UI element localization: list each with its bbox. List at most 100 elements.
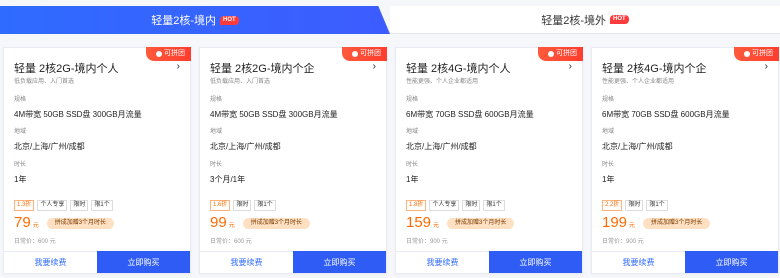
spec-label: 规格 [602, 97, 615, 103]
region-label: 地域 [210, 129, 223, 135]
chevron-right-icon[interactable]: › [569, 61, 572, 72]
chevron-right-icon[interactable]: › [765, 61, 768, 72]
feature-tag: 限1个 [254, 200, 276, 211]
buy-now-button[interactable]: 立即购买 [685, 251, 778, 273]
hot-badge: HOT [610, 15, 629, 24]
group-buy-badge: 可拼团 [146, 47, 191, 61]
tag-row: 1.8折 个人专享 限时 限1个 [406, 200, 505, 211]
promo-pill: 拼成加赠3个月时长 [447, 218, 515, 229]
buy-now-button[interactable]: 立即购买 [97, 251, 190, 273]
region-value: 北京/上海/广州/成都 [210, 142, 281, 151]
region-value: 北京/上海/广州/成都 [602, 142, 673, 151]
product-card: 可拼团 轻量 2核4G-境内个人 › 性能更强、个人企业都适用 规格 6M带宽 … [395, 47, 583, 274]
feature-tag: 限时 [70, 200, 89, 211]
discount-tag: 1.8折 [406, 200, 427, 211]
price-row: 159 元 拼成加赠3个月时长 [406, 214, 515, 232]
spec-value: 4M带宽 50GB SSD盘 300GB月流量 [210, 110, 338, 119]
price-unit: 元 [32, 223, 39, 229]
card-title[interactable]: 轻量 2核4G-境内个人 [406, 60, 511, 76]
duration-value: 1年 [14, 175, 27, 184]
duration-label: 时长 [602, 162, 615, 168]
feature-tag: 限1个 [483, 200, 505, 211]
group-buy-badge: 可拼团 [734, 47, 779, 61]
price-unit: 元 [629, 223, 636, 229]
spec-label: 规格 [14, 97, 27, 103]
user-icon [352, 51, 358, 57]
tab-label: 轻量2核-境内 [151, 15, 217, 27]
region-label: 地域 [602, 129, 615, 135]
region-value: 北京/上海/广州/成都 [406, 142, 477, 151]
duration-value: 1年 [602, 175, 615, 184]
promo-pill: 拼成加赠3个月时长 [643, 218, 711, 229]
spec-value: 4M带宽 50GB SSD盘 300GB月流量 [14, 110, 142, 119]
card-subtitle: 性能更强、个人企业都适用 [602, 79, 675, 85]
badge-label: 可拼团 [360, 50, 381, 57]
feature-tag: 限时 [462, 200, 481, 211]
feature-tag: 个人专享 [37, 200, 68, 211]
card-title[interactable]: 轻量 2核2G-境内个企 [210, 60, 315, 76]
feature-tag: 限时 [233, 200, 252, 211]
buy-now-button[interactable]: 立即购买 [489, 251, 582, 273]
renew-button[interactable]: 我要续费 [4, 251, 97, 273]
user-icon [744, 51, 750, 57]
feature-tag: 限1个 [646, 200, 668, 211]
price-unit: 元 [433, 223, 440, 229]
discount-tag: 1.6折 [210, 200, 231, 211]
price-row: 199 元 拼成加赠3个月时长 [602, 214, 711, 232]
promo-pill: 拼成加赠3个月时长 [242, 218, 311, 229]
feature-tag: 限1个 [91, 200, 113, 211]
tab-domestic[interactable]: 轻量2核-境内 HOT [0, 6, 390, 34]
card-title[interactable]: 轻量 2核2G-境内个人 [14, 60, 119, 76]
promo-pill: 拼成加赠3个月时长 [46, 218, 115, 229]
original-price: 日常价：900 元 [406, 239, 448, 245]
discount-tag: 2.2折 [602, 200, 623, 211]
card-title[interactable]: 轻量 2核4G-境内个企 [602, 60, 707, 76]
card-actions: 我要续费 立即购买 [4, 251, 190, 273]
badge-label: 可拼团 [164, 50, 185, 57]
product-card: 可拼团 轻量 2核2G-境内个人 › 低负载应用、入门首选 规格 4M带宽 50… [3, 47, 191, 274]
duration-value: 1年 [406, 175, 419, 184]
region-tabs: 轻量2核-境内 HOT 轻量2核-境外 HOT [0, 6, 780, 34]
spec-value: 6M带宽 70GB SSD盘 600GB月流量 [602, 110, 730, 119]
spec-label: 规格 [210, 97, 223, 103]
original-price: 日常价：600 元 [210, 239, 252, 245]
hot-badge: HOT [220, 15, 239, 25]
tab-overseas[interactable]: 轻量2核-境外 HOT [390, 6, 780, 34]
group-buy-badge: 可拼团 [538, 47, 583, 61]
tag-row: 2.2折 限时 限1个 [602, 200, 668, 211]
tag-row: 1.3折 个人专享 限时 限1个 [14, 200, 113, 211]
card-actions: 我要续费 立即购买 [200, 251, 386, 273]
card-subtitle: 低负载应用、入门首选 [210, 79, 271, 85]
spec-label: 规格 [406, 97, 419, 103]
buy-now-button[interactable]: 立即购买 [293, 251, 386, 273]
original-price: 日常价：900 元 [602, 239, 644, 245]
price: 79 [14, 214, 31, 231]
chevron-right-icon[interactable]: › [373, 61, 376, 72]
region-label: 地域 [406, 129, 419, 135]
discount-tag: 1.3折 [14, 200, 35, 211]
price-unit: 元 [228, 223, 235, 229]
duration-label: 时长 [210, 162, 223, 168]
duration-label: 时长 [14, 162, 27, 168]
renew-button[interactable]: 我要续费 [200, 251, 293, 273]
card-actions: 我要续费 立即购买 [396, 251, 582, 273]
duration-value: 3个月/1年 [210, 175, 246, 184]
product-card: 可拼团 轻量 2核4G-境内个企 › 性能更强、个人企业都适用 规格 6M带宽 … [591, 47, 779, 274]
group-buy-badge: 可拼团 [342, 47, 387, 61]
price: 99 [210, 214, 227, 231]
price-row: 79 元 拼成加赠3个月时长 [14, 214, 115, 232]
original-price: 日常价：600 元 [14, 239, 56, 245]
price: 199 [602, 214, 628, 231]
card-actions: 我要续费 立即购买 [592, 251, 778, 273]
feature-tag: 限时 [625, 200, 644, 211]
card-subtitle: 低负载应用、入门首选 [14, 79, 75, 85]
tab-label: 轻量2核-境外 [541, 14, 607, 27]
card-subtitle: 性能更强、个人企业都适用 [406, 79, 479, 85]
renew-button[interactable]: 我要续费 [396, 251, 489, 273]
badge-label: 可拼团 [556, 50, 577, 57]
spec-value: 6M带宽 70GB SSD盘 600GB月流量 [406, 110, 534, 119]
price-row: 99 元 拼成加赠3个月时长 [210, 214, 311, 232]
renew-button[interactable]: 我要续费 [592, 251, 685, 273]
chevron-right-icon[interactable]: › [177, 61, 180, 72]
duration-label: 时长 [406, 162, 419, 168]
